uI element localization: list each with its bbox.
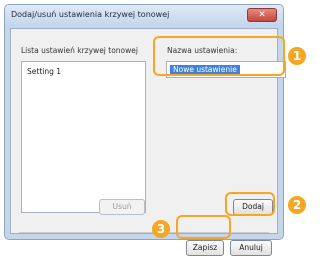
close-button[interactable]: ✕ [247, 8, 277, 22]
cancel-button[interactable]: Anuluj [230, 240, 272, 256]
callout-highlight-add [225, 192, 275, 216]
list-item[interactable]: Setting 1 [27, 67, 61, 76]
callout-badge-2: 2 [288, 196, 306, 214]
callout-highlight-name [153, 36, 285, 76]
divider [19, 232, 269, 233]
title-bar[interactable]: Dodaj/usuń ustawienia krzywej tonowej ✕ [5, 5, 283, 27]
save-button[interactable]: Zapisz [186, 240, 224, 256]
settings-listbox[interactable]: Setting 1 [21, 61, 146, 213]
window-title: Dodaj/usuń ustawienia krzywej tonowej [11, 10, 170, 19]
callout-highlight-save [176, 215, 231, 239]
callout-badge-3: 3 [152, 220, 170, 238]
close-icon: ✕ [258, 10, 266, 20]
list-label: Lista ustawień krzywej tonowej [21, 46, 138, 55]
delete-button[interactable]: Usuń [99, 199, 145, 215]
callout-badge-1: 1 [288, 47, 306, 65]
